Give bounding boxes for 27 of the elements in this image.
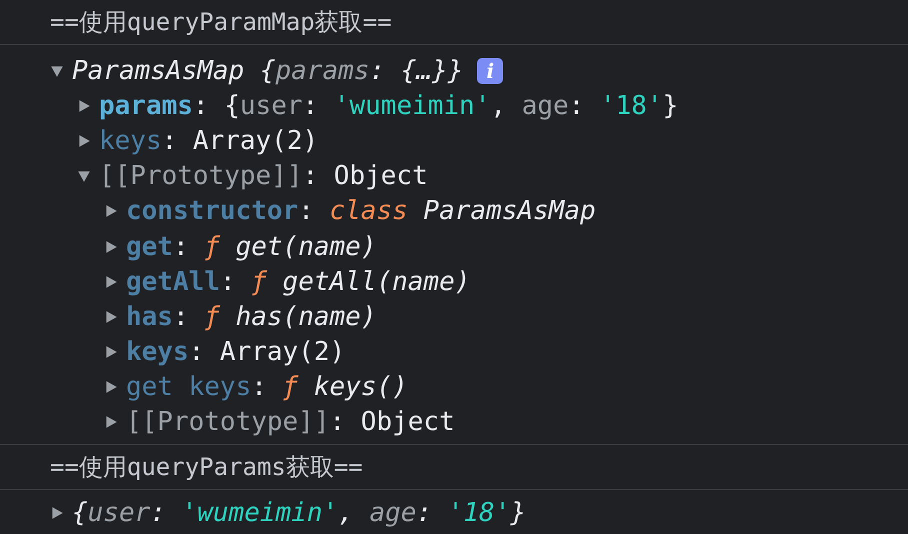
property-text: has: ƒ has(name) [126, 302, 376, 332]
property-text: constructor: class ParamsAsMap [126, 196, 596, 226]
property-text: get keys: ƒ keys() [126, 372, 408, 402]
property-text: {user: 'wumeimin', age: '18'} [72, 498, 526, 528]
property-text: keys: Array(2) [126, 337, 346, 368]
expand-toggle[interactable] [77, 169, 91, 184]
property-text: keys: Array(2) [99, 126, 318, 156]
expand-toggle[interactable] [50, 64, 64, 78]
expand-toggle[interactable] [104, 310, 118, 324]
property-text: [[Prototype]]: Object [99, 161, 428, 192]
property-text: params: {user: 'wumeimin', age: '18'} [99, 90, 678, 121]
expand-toggle[interactable] [104, 274, 118, 289]
expand-toggle[interactable] [50, 506, 64, 520]
expand-toggle[interactable] [104, 345, 118, 360]
console-log-text: ==使用queryParams获取== [50, 452, 363, 484]
info-badge[interactable]: i [477, 58, 504, 84]
expand-toggle[interactable] [104, 415, 118, 430]
expand-toggle[interactable] [77, 98, 91, 113]
expand-toggle[interactable] [104, 204, 118, 218]
expand-toggle[interactable] [77, 134, 91, 148]
console-log-text: ==使用queryParamMap获取== [50, 7, 392, 38]
expand-toggle[interactable] [104, 240, 118, 254]
property-text: ParamsAsMap {params: {…}} [72, 56, 464, 86]
expand-toggle[interactable] [104, 380, 118, 394]
property-text: [[Prototype]]: Object [126, 407, 455, 438]
property-text: getAll: ƒ getAll(name) [126, 266, 470, 297]
property-text: get: ƒ get(name) [126, 232, 376, 262]
